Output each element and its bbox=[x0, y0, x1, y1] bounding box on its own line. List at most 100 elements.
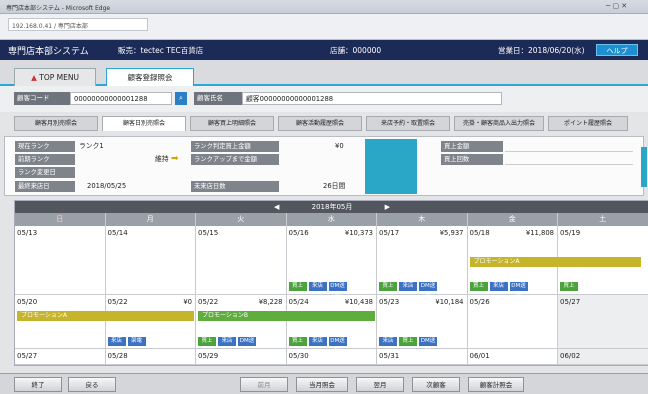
customer-name-input[interactable]: 顧客00000000000001288 bbox=[242, 92, 502, 105]
month-report-button[interactable]: 当月照会 bbox=[296, 377, 348, 392]
day-amount: ¥10,184 bbox=[435, 298, 464, 306]
prev-month-icon[interactable]: ◀ bbox=[274, 203, 279, 211]
customer-form-row: 顧客コード 00000000000001288 ⌕ 顧客氏名 顧客0000000… bbox=[0, 86, 648, 112]
activity-chip[interactable]: 買上 bbox=[198, 337, 216, 346]
day-number: 05/18 bbox=[469, 229, 490, 237]
calendar-day[interactable]: 05/27 bbox=[558, 295, 648, 349]
activity-chip[interactable]: DM送付 bbox=[328, 337, 347, 353]
subtab-reservation[interactable]: 来店予約・取置照会 bbox=[366, 116, 450, 131]
address-bar[interactable]: 192.168.0.41 / 専門店本部 bbox=[8, 18, 148, 31]
activity-chip[interactable]: 来店 bbox=[379, 337, 397, 346]
activity-chip[interactable]: 来店 bbox=[107, 337, 126, 346]
next-customer-button[interactable]: 次顧客 bbox=[412, 377, 460, 392]
activity-chip[interactable]: 来店 bbox=[308, 282, 327, 291]
weekday-header: 日月火水木金土 bbox=[15, 213, 648, 226]
calendar-day[interactable]: 05/15 bbox=[196, 226, 287, 295]
promotion-bar[interactable]: プロモーションA bbox=[17, 311, 194, 321]
side-accent bbox=[641, 147, 647, 187]
subtab-activity[interactable]: 顧客活動履歴照会 bbox=[278, 116, 362, 131]
calendar-day[interactable]: 05/13 bbox=[15, 226, 106, 295]
activity-chip[interactable]: 買上 bbox=[469, 282, 488, 291]
activity-chip[interactable]: DM送付 bbox=[419, 337, 437, 353]
rank-up-label: ランクアップまで金額 bbox=[191, 154, 279, 165]
subtab-points[interactable]: ポイント履歴照会 bbox=[548, 116, 628, 131]
activity-chip[interactable]: 来店 bbox=[489, 282, 508, 291]
back-button[interactable]: 戻る bbox=[68, 377, 116, 392]
purchase-count-label: 買上回数 bbox=[441, 154, 503, 165]
day-amount: ¥0 bbox=[183, 298, 192, 306]
customer-photo-box bbox=[365, 139, 417, 194]
activity-chip[interactable]: 来店 bbox=[308, 337, 327, 346]
calendar-day[interactable]: 05/20 bbox=[15, 295, 106, 349]
calendar-day[interactable]: 05/27 bbox=[15, 349, 106, 365]
browser-title: 専門店本部システム - Microsoft Edge bbox=[6, 5, 111, 12]
calendar-day[interactable]: 05/31 bbox=[377, 349, 468, 365]
day-amount: ¥11,808 bbox=[525, 229, 554, 237]
calendar-day[interactable]: 05/29 bbox=[196, 349, 287, 365]
last-visit-value: 2018/05/25 bbox=[87, 182, 127, 190]
customer-code-input[interactable]: 00000000000001288 bbox=[70, 92, 172, 105]
subtab-purchase-detail[interactable]: 顧客買上明細照会 bbox=[190, 116, 274, 131]
tab-top-menu[interactable]: ▲ TOP MENU bbox=[14, 68, 96, 86]
prev-month-button[interactable]: 前月 bbox=[240, 377, 288, 392]
day-number: 05/13 bbox=[17, 229, 38, 237]
purchase-count-value bbox=[505, 154, 633, 165]
calendar-day[interactable]: 06/01 bbox=[467, 349, 558, 365]
day-number: 05/16 bbox=[288, 229, 309, 237]
activity-chip[interactable]: DM送付 bbox=[509, 282, 528, 298]
calendar-day[interactable]: 05/14 bbox=[105, 226, 196, 295]
store-code: 店舗：000000 bbox=[330, 46, 382, 55]
tab-customer-inquiry[interactable]: 顧客登録照会 bbox=[106, 68, 194, 86]
subtab-monthly[interactable]: 顧客月別売照会 bbox=[14, 116, 98, 131]
day-amount: ¥10,373 bbox=[344, 229, 373, 237]
calendar-day[interactable]: 05/26 bbox=[467, 295, 558, 349]
calendar-day[interactable]: 05/28 bbox=[105, 349, 196, 365]
activity-chip[interactable]: DM送付 bbox=[419, 282, 437, 298]
day-number: 05/23 bbox=[379, 298, 400, 306]
day-number: 05/28 bbox=[107, 352, 128, 360]
day-number: 05/14 bbox=[107, 229, 128, 237]
day-number: 05/17 bbox=[379, 229, 400, 237]
activity-chip[interactable]: 買上 bbox=[288, 337, 307, 346]
day-number: 05/30 bbox=[288, 352, 309, 360]
next-month-button[interactable]: 翌月 bbox=[356, 377, 404, 392]
calendar-day[interactable]: 05/30 bbox=[286, 349, 377, 365]
customer-info-panel: 現在ランク ランク1 前期ランク 維持 ➡ ランク変更日 最終来店日 2018/… bbox=[4, 136, 647, 196]
weekday-3: 水 bbox=[287, 213, 377, 226]
subtab-daily[interactable]: 顧客日別売照会 bbox=[102, 116, 186, 131]
purchase-amount-label: 買上金額 bbox=[441, 141, 503, 152]
activity-chip[interactable]: 買上 bbox=[379, 282, 397, 291]
activity-chip[interactable]: DM送付 bbox=[328, 282, 347, 298]
day-number: 05/20 bbox=[17, 298, 38, 306]
day-number: 05/22 bbox=[107, 298, 128, 306]
app-header: 専門店本部システム 販売：tectec TEC百貨店 店舗：000000 営業日… bbox=[0, 40, 648, 60]
activity-chip[interactable]: 買上 bbox=[560, 282, 578, 291]
activity-chip[interactable]: 買上 bbox=[288, 282, 307, 291]
weekday-1: 月 bbox=[106, 213, 196, 226]
promotion-bar[interactable]: プロモーションA bbox=[469, 257, 642, 267]
search-icon[interactable]: ⌕ bbox=[175, 92, 187, 105]
window-controls[interactable]: ─ ▢ ✕ bbox=[606, 2, 644, 12]
summary-button[interactable]: 顧客計照会 bbox=[468, 377, 524, 392]
app-title: 専門店本部システム bbox=[8, 47, 89, 57]
day-number: 05/19 bbox=[560, 229, 581, 237]
help-button[interactable]: ヘルプ bbox=[596, 44, 638, 56]
company-name: 販売：tectec TEC百貨店 bbox=[118, 46, 204, 55]
customer-code-label: 顧客コード bbox=[14, 92, 70, 105]
next-month-icon[interactable]: ▶ bbox=[385, 203, 390, 211]
promotion-bar[interactable]: プロモーションB bbox=[198, 311, 375, 321]
activity-chip[interactable]: 来店 bbox=[218, 337, 236, 346]
address-text: 192.168.0.41 / 専門店本部 bbox=[12, 23, 88, 30]
calendar-day[interactable]: 06/02 bbox=[558, 349, 648, 365]
elapsed-days-label: 未来店日数 bbox=[191, 181, 279, 192]
home-icon: ▲ bbox=[31, 73, 37, 82]
day-number: 05/26 bbox=[469, 298, 490, 306]
subtab-receivable[interactable]: 売掛・顧客商品入出力照会 bbox=[454, 116, 544, 131]
day-amount: ¥10,438 bbox=[344, 298, 373, 306]
activity-chip[interactable]: 架電 bbox=[127, 337, 146, 346]
day-number: 06/01 bbox=[469, 352, 490, 360]
activity-chip[interactable]: 買上 bbox=[399, 337, 417, 346]
end-button[interactable]: 終了 bbox=[14, 377, 62, 392]
activity-chip[interactable]: DM送付 bbox=[238, 337, 256, 353]
activity-chip[interactable]: 来店 bbox=[399, 282, 417, 291]
